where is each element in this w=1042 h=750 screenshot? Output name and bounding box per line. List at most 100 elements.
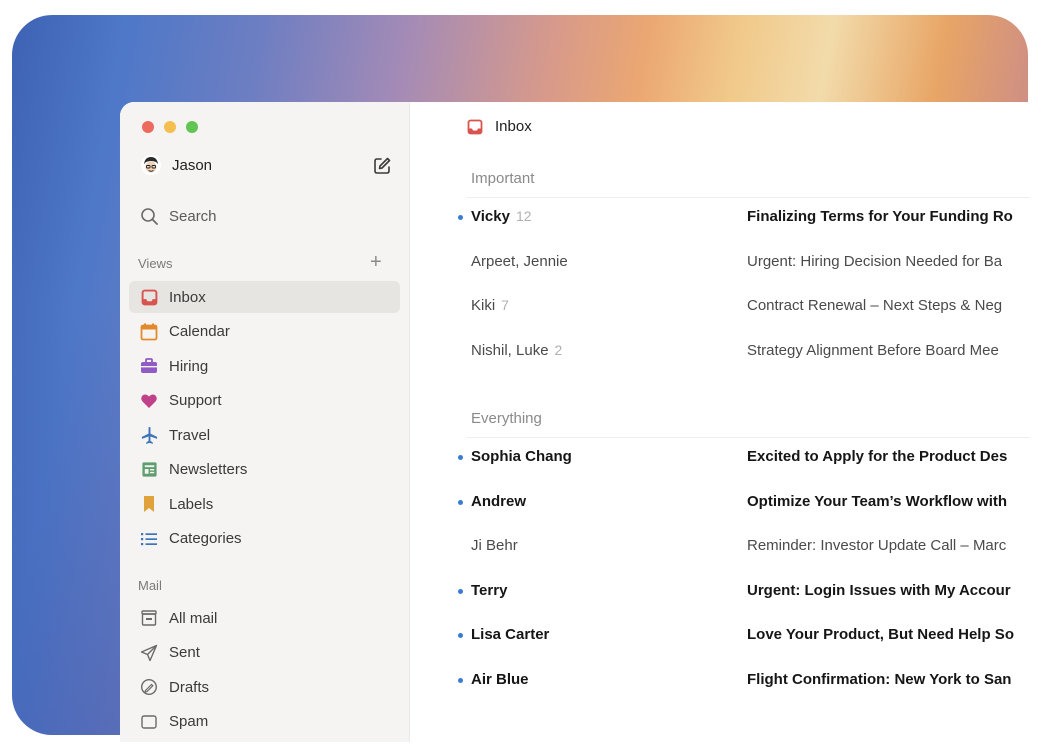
unread-indicator <box>458 633 463 638</box>
mail-sender-name: Lisa Carter <box>471 626 550 643</box>
heart-icon <box>139 391 159 411</box>
mail-sender-name: Air Blue <box>471 670 529 688</box>
sidebar-item-label: Labels <box>169 495 214 513</box>
sidebar-item-labels[interactable]: Labels <box>129 488 400 520</box>
app-window: Jason Search Views + Inbox Calendar Hiring… <box>120 102 1030 742</box>
mail-subject: Finalizing Terms for Your Funding Ro <box>747 208 1013 225</box>
sidebar-item-drafts[interactable]: Drafts <box>129 671 400 703</box>
compose-icon[interactable] <box>372 156 392 176</box>
thread-count: 7 <box>501 297 509 313</box>
mail-row[interactable]: Nishil, Luke 2 Strategy Alignment Before B… <box>409 335 1030 367</box>
sidebar-item-label: Hiring <box>169 357 209 375</box>
sidebar-item-label: Categories <box>169 530 242 547</box>
sidebar-item-label: Calendar <box>169 323 230 340</box>
mail-row[interactable]: Vicky 12 Finalizing Terms for Your Funding… <box>409 201 1030 233</box>
important-group-header: Important <box>471 170 535 187</box>
draft-icon <box>139 677 159 697</box>
sidebar-item-inbox[interactable]: Inbox <box>129 281 400 313</box>
sidebar-item-label: Spam <box>169 713 209 730</box>
search-icon <box>139 206 159 226</box>
mail-sender-name: Sophia Chang <box>471 448 572 465</box>
briefcase-icon <box>139 356 159 376</box>
mail-row[interactable]: Lisa Carter Love Your Product, But Need H… <box>409 619 1030 651</box>
airplane-icon <box>139 425 159 445</box>
mail-subject: Contract Renewal – Next Steps & Neg <box>747 297 1003 314</box>
mail-subject: Optimize Your Team’s Workflow with <box>747 492 1008 510</box>
important-divider <box>467 197 1030 198</box>
unread-indicator <box>458 588 463 594</box>
mail-sender-name: Ji Behr <box>471 537 518 554</box>
main-pane: Inbox Important Vicky 12 Finalizing Terms … <box>409 102 1030 742</box>
mail-sender: Air Blue <box>471 671 529 688</box>
mail-row[interactable]: Sophia Chang Excited to Apply for the Pro… <box>409 441 1030 473</box>
mail-subject: Urgent: Hiring Decision Needed for Ba <box>747 252 1003 270</box>
mail-sender: Terry <box>471 582 507 599</box>
sidebar-item-label: Drafts <box>169 678 210 696</box>
mail-row[interactable]: Air Blue Flight Confirmation: New York to… <box>409 664 1030 696</box>
thread-count: 12 <box>515 208 532 224</box>
unread-indicator <box>458 677 463 683</box>
sidebar-item-spam[interactable]: Spam <box>129 706 400 738</box>
mail-subject: Strategy Alignment Before Board Mee <box>747 341 999 359</box>
minimize-window-button[interactable] <box>164 121 176 133</box>
mail-sender-name: Andrew <box>471 492 527 510</box>
sidebar-item-support[interactable]: Support <box>129 385 400 417</box>
mail-subject: Reminder: Investor Update Call – Marc <box>747 537 1007 554</box>
mail-sender-name: Terry <box>471 581 508 599</box>
bookmark-icon <box>139 494 159 514</box>
inbox-icon <box>467 119 483 134</box>
zoom-window-button[interactable] <box>186 121 198 133</box>
sidebar-item-sent[interactable]: Sent <box>129 637 400 669</box>
search-label: Search <box>169 207 217 225</box>
search-button[interactable]: Search <box>129 200 400 232</box>
mail-row[interactable]: Arpeet, Jennie Urgent: Hiring Decision Ne… <box>409 246 1030 278</box>
window-controls <box>142 121 198 133</box>
mail-row[interactable]: Andrew Optimize Your Team’s Workflow with <box>409 486 1030 518</box>
newspaper-icon <box>139 460 159 480</box>
mail-section-header: Mail <box>138 578 162 593</box>
mail-sender: Arpeet, Jennie <box>471 253 568 270</box>
add-view-icon[interactable]: + <box>370 252 382 272</box>
user-name: Jason <box>172 156 213 174</box>
sidebar-item-calendar[interactable]: Calendar <box>129 316 400 348</box>
mail-subject: Excited to Apply for the Product Des <box>747 448 1008 465</box>
close-window-button[interactable] <box>142 121 154 133</box>
mail-sender: Kiki 7 <box>471 297 509 314</box>
account-switcher[interactable]: Jason <box>140 154 212 176</box>
everything-group-header: Everything <box>471 410 542 427</box>
views-section-header: Views <box>138 256 173 271</box>
spam-icon <box>139 712 159 732</box>
mail-subject: Urgent: Login Issues with My Accour <box>747 581 1011 599</box>
thread-count: 2 <box>554 341 563 358</box>
page-title-text: Inbox <box>495 118 532 135</box>
mail-sender-name: Kiki <box>471 297 496 314</box>
sidebar-item-categories[interactable]: Categories <box>129 523 400 555</box>
sidebar-item-label: Inbox <box>169 288 206 306</box>
sidebar-item-hiring[interactable]: Hiring <box>129 350 400 382</box>
mail-sender: Sophia Chang <box>471 448 572 465</box>
unread-indicator <box>458 499 463 505</box>
mail-sender: Ji Behr <box>471 537 518 554</box>
sidebar-item-label: All mail <box>169 609 218 627</box>
sidebar-item-newsletters[interactable]: Newsletters <box>129 454 400 486</box>
mail-sender-name: Vicky <box>471 208 510 225</box>
mail-row[interactable]: Terry Urgent: Login Issues with My Accour <box>409 575 1030 607</box>
sidebar-item-travel[interactable]: Travel <box>129 419 400 451</box>
list-icon <box>139 529 159 549</box>
page-title: Inbox <box>467 118 532 135</box>
send-icon <box>139 643 159 663</box>
sidebar-item-all-mail[interactable]: All mail <box>129 602 400 634</box>
everything-divider <box>467 437 1030 438</box>
mail-sender: Vicky 12 <box>471 208 532 225</box>
mail-subject: Love Your Product, But Need Help So <box>747 626 1014 643</box>
archive-icon <box>139 608 159 628</box>
sidebar-item-label: Travel <box>169 426 211 444</box>
mail-sender-name: Nishil, Luke <box>471 341 549 359</box>
mail-row[interactable]: Ji Behr Reminder: Investor Update Call – … <box>409 530 1030 562</box>
mail-sender: Lisa Carter <box>471 626 549 643</box>
sidebar-item-label: Support <box>169 392 222 409</box>
mail-sender-name: Arpeet, Jennie <box>471 252 568 270</box>
mail-row[interactable]: Kiki 7 Contract Renewal – Next Steps & Neg <box>409 290 1030 322</box>
mail-sender: Andrew <box>471 493 526 510</box>
sidebar-item-label: Sent <box>169 644 200 661</box>
